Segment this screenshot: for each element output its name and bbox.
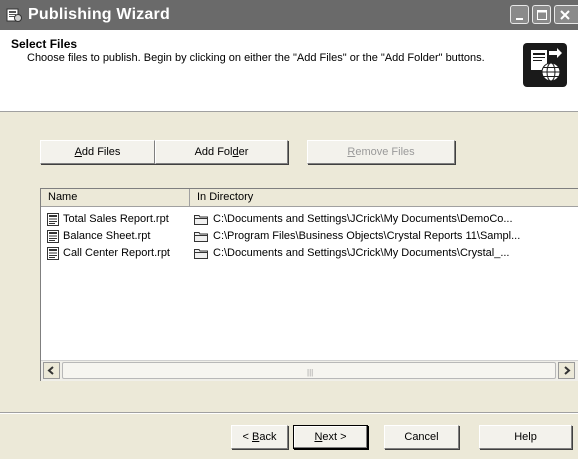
column-header-name[interactable]: Name: [48, 191, 77, 203]
page-description: Choose files to publish. Begin by clicki…: [27, 52, 485, 64]
list-item[interactable]: Total Sales Report.rpt C:\Documents and …: [41, 212, 578, 228]
list-item[interactable]: Balance Sheet.rpt C:\Program Files\Busin…: [41, 229, 578, 245]
report-file-icon: [47, 247, 59, 260]
close-icon: [560, 10, 570, 20]
file-name: Balance Sheet.rpt: [63, 230, 151, 242]
back-button[interactable]: < Back: [231, 425, 288, 449]
wizard-header: Select Files Choose files to publish. Be…: [0, 30, 578, 112]
scroll-right-button[interactable]: [558, 362, 575, 379]
chevron-right-icon: [564, 366, 571, 375]
file-directory: C:\Program Files\Business Objects\Crysta…: [213, 230, 521, 242]
scroll-grip: |||: [307, 368, 314, 377]
add-folder-button[interactable]: Add Folder: [155, 140, 288, 164]
window-title: Publishing Wizard: [28, 6, 170, 23]
folder-icon: [194, 231, 208, 242]
list-header: Name In Directory: [41, 189, 578, 207]
folder-icon: [194, 214, 208, 225]
help-button[interactable]: Help: [479, 425, 572, 449]
publish-globe-icon: [523, 43, 567, 87]
publishing-wizard-window: Publishing Wizard Select Files Choose fi…: [0, 0, 578, 459]
scroll-left-button[interactable]: [43, 362, 60, 379]
wizard-app-icon: [6, 7, 22, 23]
file-list[interactable]: Name In Directory Total Sales Report.rpt…: [40, 188, 578, 381]
report-file-icon: [47, 230, 59, 243]
page-title: Select Files: [11, 37, 78, 51]
file-name: Total Sales Report.rpt: [63, 213, 169, 225]
add-files-button[interactable]: Add Files: [40, 140, 155, 164]
column-header-directory[interactable]: In Directory: [197, 191, 253, 203]
minimize-button[interactable]: [510, 5, 529, 24]
chevron-left-icon: [47, 366, 54, 375]
horizontal-scrollbar[interactable]: |||: [41, 360, 578, 381]
maximize-icon: [537, 10, 547, 20]
cancel-button[interactable]: Cancel: [384, 425, 459, 449]
footer-divider: [0, 412, 578, 414]
file-name: Call Center Report.rpt: [63, 247, 170, 259]
scroll-thumb[interactable]: |||: [62, 362, 556, 379]
close-button[interactable]: [554, 5, 578, 24]
maximize-button[interactable]: [532, 5, 551, 24]
list-item[interactable]: Call Center Report.rpt C:\Documents and …: [41, 246, 578, 262]
folder-icon: [194, 248, 208, 259]
file-directory: C:\Documents and Settings\JCrick\My Docu…: [213, 247, 510, 259]
next-button[interactable]: Next >: [293, 425, 368, 449]
file-directory: C:\Documents and Settings\JCrick\My Docu…: [213, 213, 513, 225]
report-file-icon: [47, 213, 59, 226]
column-divider[interactable]: [189, 189, 190, 206]
remove-files-button[interactable]: Remove Files: [307, 140, 455, 164]
title-bar[interactable]: Publishing Wizard: [0, 0, 578, 30]
minimize-icon: [516, 18, 523, 20]
